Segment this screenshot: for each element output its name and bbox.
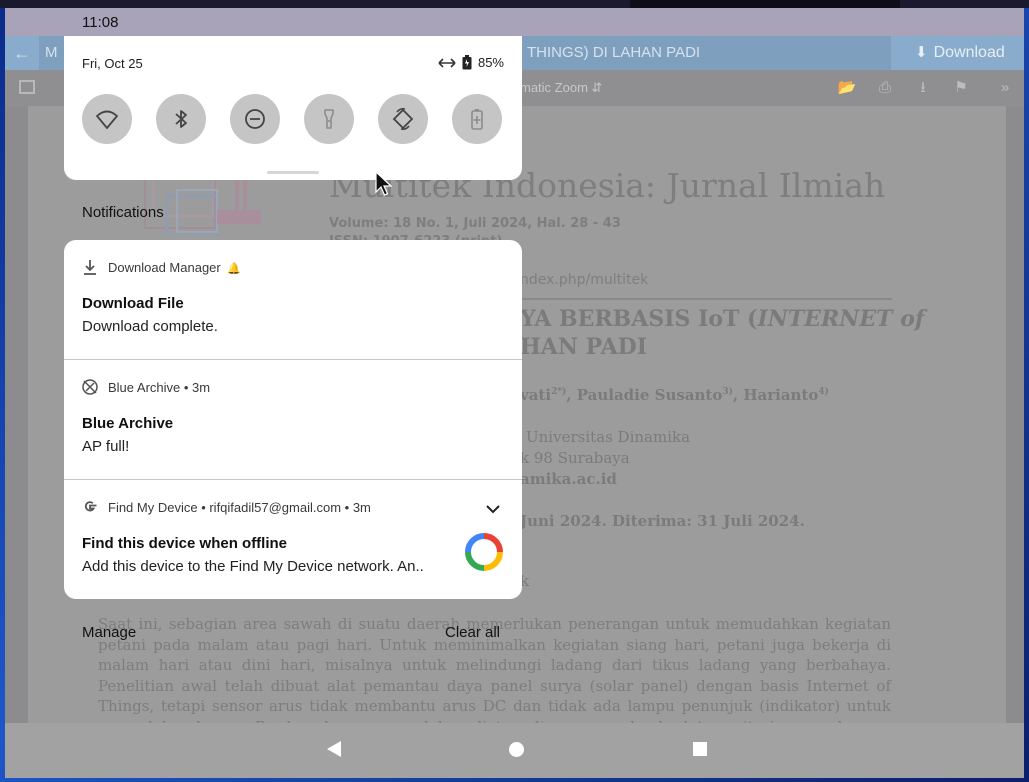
notification-app-label: Download Manager — [108, 260, 221, 275]
do-not-disturb-icon — [245, 109, 265, 129]
author-b: , Pauladie Susanto — [566, 386, 723, 404]
auto-rotate-icon — [392, 108, 414, 130]
author-a-mark: 2*) — [551, 387, 567, 397]
back-arrow-icon[interactable]: ← — [5, 36, 39, 70]
print-icon[interactable]: ⎙ — [875, 78, 895, 98]
affiliation-line1: Universitas Dinamika — [526, 428, 691, 446]
notifications-header: Notifications — [82, 204, 164, 221]
header-divider — [520, 298, 892, 300]
author-c: , Harianto — [732, 386, 819, 404]
download-icon — [84, 260, 96, 275]
notification-text: AP full! — [82, 438, 130, 455]
bluetooth-icon — [175, 110, 187, 128]
battery-icon — [462, 55, 472, 70]
author-a: vati — [520, 386, 552, 404]
qs-drag-handle[interactable] — [267, 171, 319, 174]
author-c-mark: 4) — [818, 387, 829, 397]
pdf-title-end: THINGS) DI LAHAN PADI — [527, 44, 701, 61]
battery-percentage: 85% — [477, 55, 504, 70]
bookmark-icon[interactable]: ⚑ — [951, 78, 971, 98]
quick-settings-panel: Fri, Oct 25 85% — [64, 36, 522, 180]
chevron-down-icon[interactable] — [484, 500, 502, 518]
navigation-bar — [5, 723, 1024, 778]
zoom-select[interactable]: matic Zoom ⇵ — [520, 80, 602, 96]
notification-text: Add this device to the Find My Device ne… — [82, 558, 424, 575]
tablet-screen: 11:08 ← M THINGS) DI LAHAN PADI ⬇ Downloa… — [5, 8, 1024, 778]
nav-home-icon[interactable] — [509, 742, 524, 757]
notification-download-manager[interactable]: Download Manager 🔔 Download File Downloa… — [64, 240, 522, 360]
journal-volume: Volume: 18 No. 1, Juli 2024, Hal. 28 - 4… — [329, 216, 621, 231]
google-g-icon — [84, 501, 97, 512]
auto-rotate-tile[interactable] — [378, 94, 428, 144]
open-file-icon[interactable]: 📂 — [837, 78, 857, 98]
battery-saver-icon — [471, 109, 483, 130]
find-my-device-logo-icon — [465, 533, 503, 571]
paper-title-line1-text: YA BERBASIS IoT ( — [520, 306, 758, 332]
paper-authors: vati2*), Pauladie Susanto3), Harianto4) — [520, 386, 829, 404]
alert-bell-icon: 🔔 — [227, 263, 242, 275]
battery-saver-tile[interactable] — [452, 94, 502, 144]
flashlight-icon — [324, 109, 334, 129]
zoom-select-label: matic Zoom — [520, 80, 588, 95]
notification-blue-archive[interactable]: Blue Archive • 3m Blue Archive AP full! — [64, 360, 522, 480]
wifi-tile[interactable] — [82, 94, 132, 144]
bluetooth-tile[interactable] — [156, 94, 206, 144]
paper-title-line2: HAN PADI — [520, 334, 648, 360]
status-bar: 11:08 — [5, 8, 1024, 36]
status-clock: 11:08 — [82, 14, 119, 31]
download-button[interactable]: ⬇ Download — [891, 36, 1024, 70]
paper-dates: Juni 2024. Diterima: 31 Juli 2024. — [520, 512, 805, 530]
download-icon: ⬇ — [915, 44, 928, 61]
qs-date: Fri, Oct 25 — [82, 56, 143, 71]
blue-archive-app-icon — [82, 379, 98, 395]
affiliation-email: amika.ac.id — [520, 470, 617, 488]
paper-title-line1-italic: INTERNET of — [757, 306, 925, 332]
notification-app-name: Find My Device • rifqifadil57@gmail.com … — [108, 500, 371, 515]
notification-find-my-device[interactable]: Find My Device • rifqifadil57@gmail.com … — [64, 480, 522, 599]
notification-app-name: Blue Archive • 3m — [108, 380, 211, 395]
flashlight-tile[interactable] — [304, 94, 354, 144]
mouse-cursor-icon — [375, 171, 393, 196]
qs-status-group: 85% — [438, 55, 504, 70]
notification-text: Download complete. — [82, 318, 218, 335]
wifi-icon — [96, 110, 118, 129]
nav-back-icon[interactable] — [327, 741, 341, 757]
affiliation-line2: k 98 Surabaya — [520, 449, 630, 467]
notification-list: Download Manager 🔔 Download File Downloa… — [64, 240, 522, 599]
sidebar-toggle-icon[interactable] — [19, 80, 35, 94]
notification-title: Download File — [82, 295, 184, 312]
nav-recents-icon[interactable] — [693, 742, 707, 756]
data-sync-icon — [438, 57, 456, 68]
paper-title-line1: YA BERBASIS IoT (INTERNET of — [520, 306, 924, 332]
clear-all-button[interactable]: Clear all — [445, 624, 500, 641]
do-not-disturb-tile[interactable] — [230, 94, 280, 144]
notification-title: Find this device when offline — [82, 535, 288, 552]
manage-button[interactable]: Manage — [82, 624, 136, 641]
journal-url: ndex.php/multitek — [520, 272, 649, 288]
notification-app-name: Download Manager 🔔 — [108, 260, 241, 275]
save-icon[interactable]: ⭳ — [913, 78, 933, 98]
author-b-mark: 3) — [722, 387, 733, 397]
download-label: Download — [933, 44, 1005, 61]
notification-title: Blue Archive — [82, 415, 174, 432]
more-tools-icon[interactable]: » — [995, 78, 1015, 98]
pdf-title-start: M — [45, 44, 58, 61]
